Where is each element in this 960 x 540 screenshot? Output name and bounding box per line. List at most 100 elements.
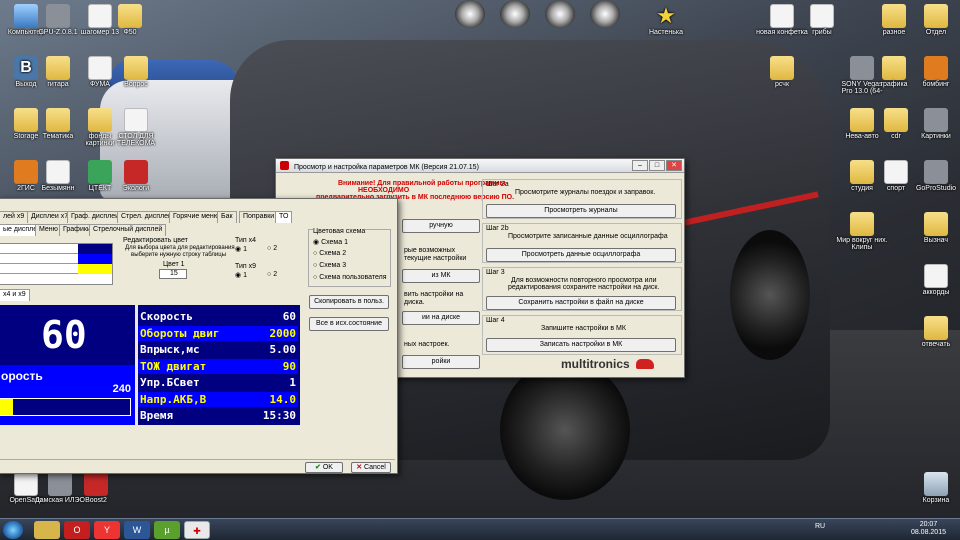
progress-bar	[0, 398, 131, 416]
desktop-icon-label: Вопрос	[124, 81, 148, 88]
lcd-row-label: Упр.БСвет	[140, 376, 200, 389]
scheme-radio-3[interactable]: ○ Схема 3	[313, 262, 346, 269]
desktop-icon-label: Экологи	[122, 185, 150, 192]
desktop-icon-label: разное	[882, 29, 906, 36]
opera-taskbar-icon[interactable]: O	[64, 521, 90, 539]
desktop-icon[interactable]: Экологи	[110, 160, 162, 192]
folder-icon	[882, 56, 906, 80]
color-table-row[interactable]	[0, 264, 112, 274]
lcd-row-value: 14.0	[269, 392, 297, 406]
scheme-radio-user[interactable]: ○ Схема пользователя	[313, 274, 387, 281]
color1-spinner[interactable]: 15	[159, 269, 187, 279]
desktop-icon[interactable]: Ф50	[104, 4, 156, 36]
desktop-icon[interactable]: Картинки	[910, 108, 960, 140]
read-from-mk-button[interactable]: из МК	[402, 269, 480, 283]
tab-gauge-displays[interactable]: Стрел. дисплеи	[117, 211, 176, 223]
cancel-button[interactable]: ✕ Cancel	[351, 462, 391, 473]
word-taskbar-icon[interactable]: W	[124, 521, 150, 539]
tab-to[interactable]: ТО	[275, 211, 293, 223]
view-logs-button[interactable]: Просмотреть журналы	[486, 204, 676, 218]
desktop-icon[interactable]: грибы	[796, 4, 848, 36]
red-icon	[124, 160, 148, 184]
step-3-desc1: Для возможности повторного просмотра или	[511, 277, 657, 284]
copy-to-user-button[interactable]: Скопировать в польз.	[309, 295, 389, 309]
tab-hot-menus[interactable]: Горячие меню	[169, 211, 224, 223]
scheme-radio-2[interactable]: ○ Схема 2	[313, 250, 346, 257]
lcd-row-label: Обороты двиг	[140, 326, 220, 340]
tab-gauge[interactable]: Стрелочный дисплей	[89, 224, 167, 236]
cancel-x-icon: ✕	[356, 464, 363, 471]
type-x4-radio-1[interactable]: ◉ 1	[235, 245, 247, 253]
type-x9-radio-2[interactable]: ○ 2	[267, 271, 277, 278]
maximize-button[interactable]: □	[649, 160, 665, 171]
write-to-mk-button[interactable]: Записать настройки в МК	[486, 338, 676, 352]
step-2a-desc: Просмотрите журналы поездок и заправок.	[515, 189, 656, 196]
main-window-titlebar[interactable]: Просмотр и настройка параметров МК (Верс…	[276, 159, 684, 173]
desktop-icon-label: Вызнач	[923, 237, 949, 244]
tab-corrections[interactable]: Поправки	[239, 211, 279, 223]
clock[interactable]: 20:07 08.08.2015	[911, 521, 946, 537]
desktop-icon[interactable]: отвечать	[910, 316, 960, 348]
color-table-row[interactable]	[0, 254, 112, 264]
desktop-icon[interactable]: GoProStudio	[910, 160, 960, 192]
desktop-icon[interactable]: Вызнач	[910, 212, 960, 244]
tab-graph-displays[interactable]: Граф. дисплеи	[67, 211, 124, 223]
tab-x9[interactable]: лей x9	[0, 211, 29, 223]
desktop-icon[interactable]: Мир вокруг них. Клипы	[836, 212, 888, 251]
type-x4-radio-2[interactable]: ○ 2	[267, 245, 277, 252]
clock-date: 08.08.2015	[910, 529, 946, 536]
doc-icon	[46, 160, 70, 184]
lcd-row-value: 15:30	[262, 409, 296, 422]
desktop-icon[interactable]: СТОЛ ДЛЯ ТЕЛЕКОМА	[110, 108, 162, 147]
desktop-icon[interactable]: Boost2	[70, 472, 122, 504]
lcd-row: Напр.АКБ,В 14.0	[138, 391, 298, 407]
language-indicator[interactable]: RU	[815, 523, 825, 530]
reset-all-button[interactable]: Все в исх.состояние	[309, 317, 389, 331]
desktop-icon-label: Boost2	[85, 497, 107, 504]
color-table-row[interactable]	[0, 244, 112, 254]
gray-icon	[924, 108, 948, 132]
desktop-icon-label: Отдел	[925, 29, 947, 36]
desktop-icon[interactable]: аккорды	[910, 264, 960, 296]
tab-x7[interactable]: Дисплеи x7	[27, 211, 73, 223]
load-from-disk-button[interactable]: ии на диске	[402, 311, 480, 325]
save-settings-button[interactable]: Сохранить настройки в файл на диске	[486, 296, 676, 310]
start-button[interactable]	[3, 521, 23, 539]
desktop-icon[interactable]: Корзина	[910, 472, 960, 504]
color-table-row[interactable]	[0, 274, 112, 284]
color-table[interactable]	[0, 243, 113, 285]
explorer-taskbar-icon[interactable]	[34, 521, 60, 539]
dialog-footer: ✔ OK ✕ Cancel	[0, 459, 395, 473]
multitronics-taskbar-icon[interactable]: ✚	[184, 521, 210, 539]
type-x9-radio-1[interactable]: ◉ 1	[235, 271, 247, 279]
scheme-radio-1[interactable]: ◉ Схема 1	[313, 238, 348, 246]
desktop-icon-label: Настенька	[648, 29, 684, 36]
subtab-x4-x9[interactable]: x4 и x9	[0, 289, 30, 301]
desktop-icon[interactable]: Вопрос	[110, 56, 162, 88]
progress-bar-fill	[0, 399, 13, 415]
minimize-button[interactable]: –	[632, 160, 648, 171]
desktop-icon-label: Мир вокруг них. Клипы	[836, 237, 888, 251]
yandex-taskbar-icon[interactable]: Y	[94, 521, 120, 539]
desktop-icon[interactable]: бомбинг	[910, 56, 960, 88]
desktop-icon[interactable]: Отдел	[910, 4, 960, 36]
utorrent-taskbar-icon[interactable]: µ	[154, 521, 180, 539]
tab-tank[interactable]: Бак	[217, 211, 237, 223]
close-button[interactable]: ✕	[666, 160, 682, 171]
folder-icon	[884, 108, 908, 132]
ok-button[interactable]: ✔ OK	[305, 462, 343, 473]
left-button-manual[interactable]: ручную	[402, 219, 480, 233]
tab-menu[interactable]: Меню	[35, 224, 62, 236]
type-x4-title: Тип x4	[235, 237, 257, 244]
view-oscilloscope-button[interactable]: Просмотреть данные осциллографа	[486, 248, 676, 262]
desktop-icon[interactable]: рсчк	[756, 56, 808, 88]
folder-icon	[882, 4, 906, 28]
tabs-row1: лей x9 Дисплеи x7 Граф. дисплеи Стрел. д…	[0, 211, 395, 223]
left-text-3a: вить настройки на	[404, 291, 464, 298]
doc-icon	[810, 4, 834, 28]
x4-display-preview: 60 орость 240	[0, 305, 135, 425]
desktop-icon-label: гитара	[47, 81, 69, 88]
left-button-bottom[interactable]: ройки	[402, 355, 480, 369]
lcd-row: Обороты двиг 2000	[138, 325, 298, 341]
desktop-icon[interactable]: ★ Настенька	[640, 4, 692, 37]
